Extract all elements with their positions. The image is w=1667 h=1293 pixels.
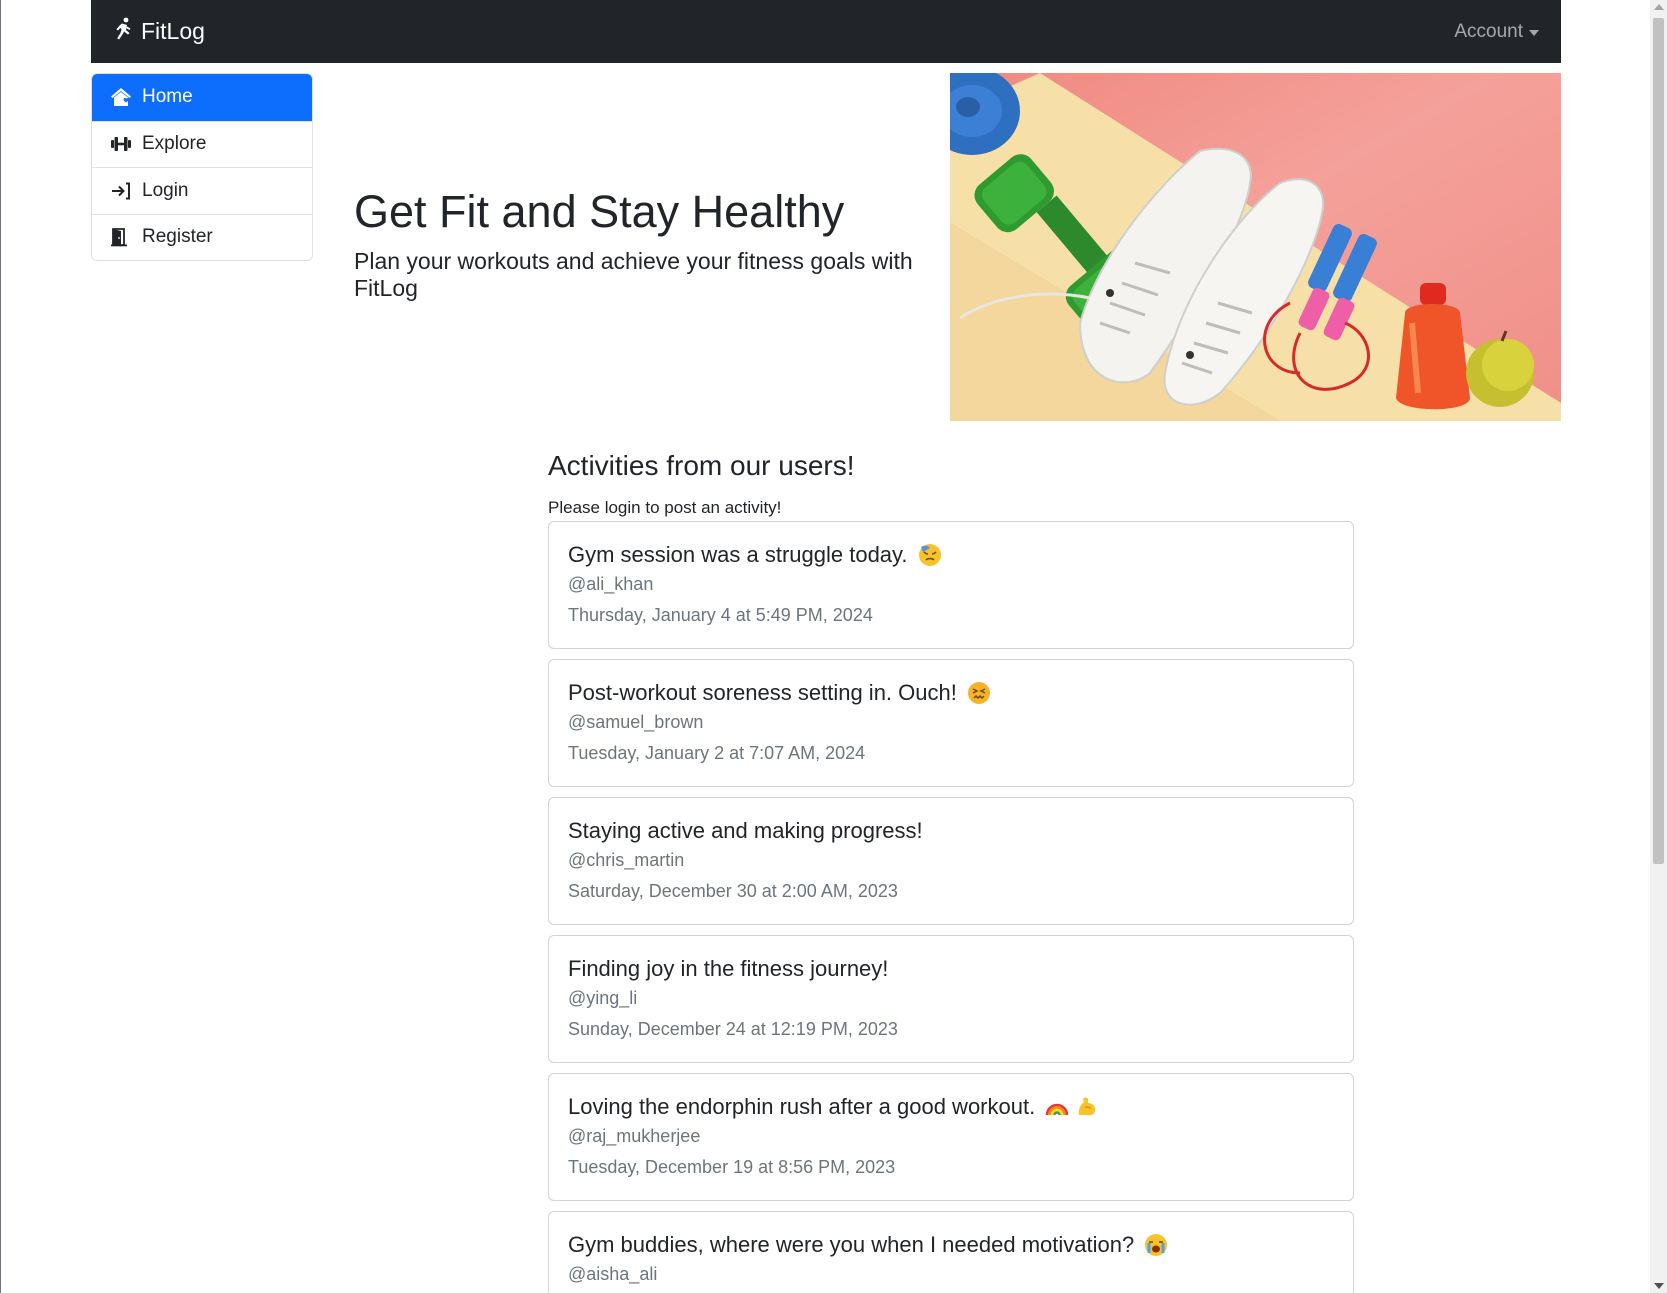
sidebar-item-register[interactable]: Register [92,213,312,260]
caret-down-icon [1529,29,1539,36]
activity-message: Post-workout soreness setting in. Ouch! [568,680,957,705]
activity-date: Tuesday, January 2 at 7:07 AM, 2024 [568,743,866,763]
scrollbar-thumb[interactable] [1653,18,1664,864]
activity-card: Gym session was a struggle today. @ali_k… [548,521,1354,649]
activity-card: Post-workout soreness setting in. Ouch! … [548,659,1354,787]
door-open-icon [110,227,132,247]
activity-card: Loving the endorphin rush after a good w… [548,1073,1354,1201]
running-person-icon [113,17,133,47]
activity-date: Thursday, January 4 at 5:49 PM, 2024 [568,605,873,625]
hero-image [950,73,1561,421]
sidebar-item-label: Register [142,226,213,248]
activity-text: Post-workout soreness setting in. Ouch! [568,678,1334,708]
activity-username[interactable]: @ali_khan [568,574,1334,595]
activity-message: Loving the endorphin rush after a good w… [568,1094,1036,1119]
account-dropdown[interactable]: Account [1454,21,1539,43]
hero-subtitle: Plan your workouts and achieve your fitn… [354,247,913,302]
activity-text: Loving the endorphin rush after a good w… [568,1092,1334,1122]
activity-username[interactable]: @raj_mukherjee [568,1126,1334,1147]
activity-username[interactable]: @chris_martin [568,850,1334,871]
activity-card: Finding joy in the fitness journey! @yin… [548,935,1354,1063]
page-scrollbar[interactable] [1650,0,1667,1293]
activity-feed: Activities from our users! Please login … [548,450,1354,1293]
activity-username[interactable]: @aisha_ali [568,1264,1334,1285]
dumbbell-icon [110,134,132,154]
sidebar-item-label: Home [142,86,193,108]
activity-text: Gym session was a struggle today. [568,540,1334,570]
activity-message: Finding joy in the fitness journey! [568,956,889,981]
sidebar-nav: Home Explore Login Register [91,73,313,261]
activity-date: Saturday, December 30 at 2:00 AM, 2023 [568,881,898,901]
account-label: Account [1454,20,1523,42]
login-prompt: Please login to post an activity! [548,498,782,517]
sidebar-item-label: Explore [142,133,207,155]
sidebar-item-explore[interactable]: Explore [92,120,312,167]
sidebar-item-login[interactable]: Login [92,167,312,214]
activity-date: Sunday, December 24 at 12:19 PM, 2023 [568,1019,898,1039]
flexed-biceps-emoji [1079,1097,1096,1116]
confounded-face-emoji [967,681,991,705]
activity-card: Gym buddies, where were you when I neede… [548,1211,1354,1293]
login-arrow-icon [110,181,132,201]
activity-date: Tuesday, December 19 at 8:56 PM, 2023 [568,1157,896,1177]
page-container: FitLog Account Home Explore Login Regist… [91,0,1561,1293]
scroll-down-arrow-icon[interactable] [1654,1283,1664,1289]
hero-section: Get Fit and Stay Healthy Plan your worko… [354,186,954,303]
emoji-group [1045,1095,1099,1119]
activity-text: Staying active and making progress! [568,816,1334,846]
activity-message: Staying active and making progress! [568,818,923,843]
sidebar-item-home[interactable]: Home [92,74,312,121]
activity-message: Gym buddies, where were you when I neede… [568,1232,1135,1257]
scroll-up-arrow-icon[interactable] [1654,4,1664,10]
sidebar-item-label: Login [142,179,189,201]
feed-title: Activities from our users! [548,450,855,481]
crying-face-emoji [1144,1233,1168,1257]
rainbow-emoji [1045,1103,1069,1116]
brand-link[interactable]: FitLog [113,17,205,47]
activity-card: Staying active and making progress! @chr… [548,797,1354,925]
activity-message: Gym session was a struggle today. [568,542,908,567]
house-heart-icon [110,87,132,107]
activity-username[interactable]: @samuel_brown [568,712,1334,733]
page-edge [0,0,1,1293]
downcast-face-emoji [918,543,942,567]
activity-username[interactable]: @ying_li [568,988,1334,1009]
hero-title: Get Fit and Stay Healthy [354,186,845,237]
brand-name: FitLog [141,18,205,44]
top-navbar: FitLog Account [91,0,1561,63]
activity-text: Gym buddies, where were you when I neede… [568,1230,1334,1260]
activity-text: Finding joy in the fitness journey! [568,954,1334,984]
